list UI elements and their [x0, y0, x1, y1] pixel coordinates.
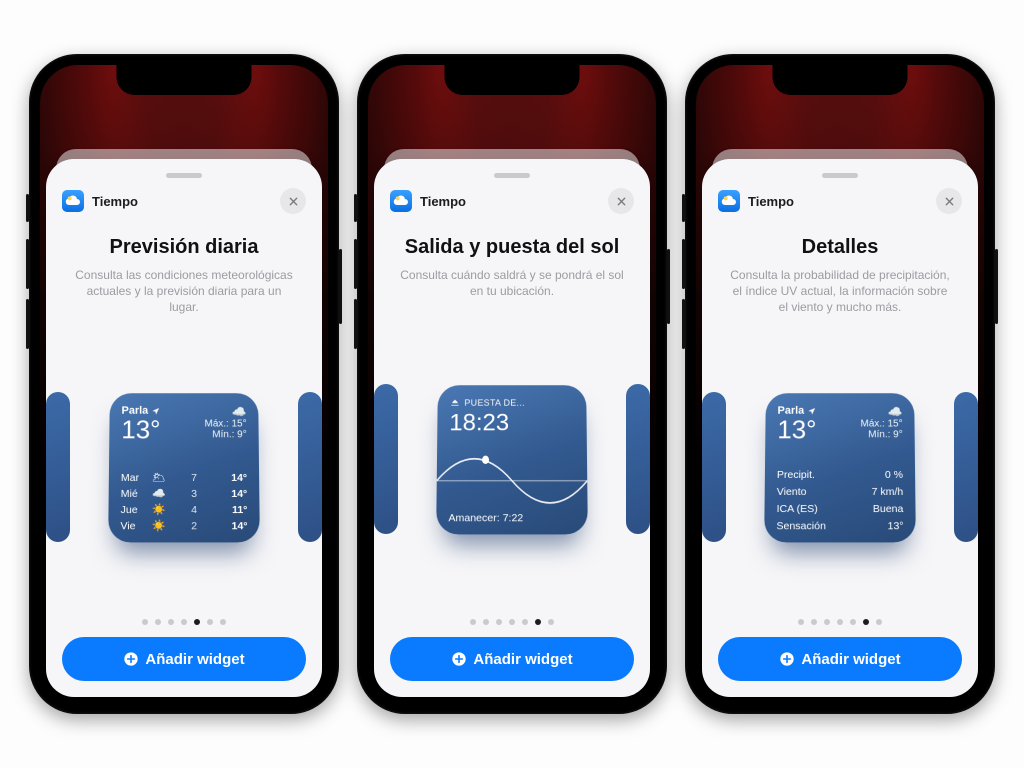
page-dots	[390, 619, 634, 625]
page-dot[interactable]	[811, 619, 817, 625]
page-dot[interactable]	[522, 619, 528, 625]
widget-title: Previsión diaria	[62, 236, 306, 259]
page-dot[interactable]	[496, 619, 502, 625]
widget-description: Consulta la probabilidad de precipitació…	[718, 267, 962, 316]
carousel-peek-right[interactable]	[298, 392, 322, 542]
weather-app-icon	[390, 190, 412, 212]
widget-temp: 13°	[777, 415, 816, 445]
carousel-peek-left[interactable]	[374, 384, 398, 534]
phone-mockup: Tiempo Previsión diaria Consulta las condi…	[29, 54, 339, 714]
widget-high: Máx.: 15°	[860, 419, 902, 430]
widget-high: Máx.: 15°	[204, 419, 246, 430]
carousel-peek-left[interactable]	[702, 392, 726, 542]
carousel-peek-left[interactable]	[46, 392, 70, 542]
page-dot[interactable]	[483, 619, 489, 625]
forecast-row: Jue☀️411°	[121, 503, 248, 516]
notch	[773, 65, 908, 95]
notch	[445, 65, 580, 95]
widget-preview[interactable]: PUESTA DE... 18:23 Amanecer: 7:22	[436, 385, 588, 534]
sunrise-label: Amanecer: 7:22	[448, 512, 575, 524]
page-dot[interactable]	[548, 619, 554, 625]
page-dot[interactable]	[824, 619, 830, 625]
close-button[interactable]	[608, 188, 634, 214]
page-dot[interactable]	[837, 619, 843, 625]
forecast-row: Mar🌥714°	[121, 471, 247, 484]
page-dot[interactable]	[798, 619, 804, 625]
phone-mockup: Tiempo Salida y puesta del sol Consulta cu…	[357, 54, 667, 714]
widget-carousel[interactable]: PUESTA DE... 18:23 Amanecer: 7:22	[390, 299, 634, 619]
widget-carousel[interactable]: Parla13°☁️Máx.: 15°Mín.: 9°Mar🌥714°Mié☁️…	[62, 316, 306, 619]
page-dot[interactable]	[850, 619, 856, 625]
widget-preview[interactable]: Parla13°☁️Máx.: 15°Mín.: 9°Precipit.0 %V…	[764, 394, 916, 543]
close-button[interactable]	[280, 188, 306, 214]
carousel-peek-right[interactable]	[626, 384, 650, 534]
widget-temp: 13°	[121, 415, 160, 445]
widget-title: Detalles	[718, 236, 962, 259]
page-dot[interactable]	[876, 619, 882, 625]
widget-carousel[interactable]: Parla13°☁️Máx.: 15°Mín.: 9°Precipit.0 %V…	[718, 316, 962, 619]
sheet-grabber[interactable]	[822, 173, 858, 178]
page-dot[interactable]	[194, 619, 200, 625]
carousel-peek-right[interactable]	[954, 392, 978, 542]
sheet-grabber[interactable]	[166, 173, 202, 178]
add-widget-button[interactable]: Añadir widget	[718, 637, 962, 681]
page-dot[interactable]	[168, 619, 174, 625]
widget-description: Consulta las condiciones meteorológicas …	[62, 267, 306, 316]
widget-title: Salida y puesta del sol	[390, 236, 634, 259]
forecast-row: Mié☁️314°	[121, 487, 248, 500]
add-widget-button[interactable]: Añadir widget	[390, 637, 634, 681]
widget-low: Mín.: 9°	[861, 430, 903, 441]
page-dot[interactable]	[535, 619, 541, 625]
phone-mockup: Tiempo Detalles Consulta la probabilidad d…	[685, 54, 995, 714]
page-dot[interactable]	[863, 619, 869, 625]
detail-row: Precipit.0 %	[777, 469, 903, 481]
cloud-icon: ☁️	[204, 405, 246, 419]
sunset-label: PUESTA DE...	[449, 397, 574, 408]
page-dot[interactable]	[509, 619, 515, 625]
cloud-icon: ☁️	[860, 405, 902, 419]
add-widget-button[interactable]: Añadir widget	[62, 637, 306, 681]
page-dot[interactable]	[220, 619, 226, 625]
page-dot[interactable]	[155, 619, 161, 625]
notch	[117, 65, 252, 95]
weather-app-icon	[718, 190, 740, 212]
widget-picker-sheet: Tiempo Salida y puesta del sol Consulta cu…	[374, 159, 650, 697]
widget-preview[interactable]: Parla13°☁️Máx.: 15°Mín.: 9°Mar🌥714°Mié☁️…	[108, 394, 260, 543]
app-name: Tiempo	[748, 194, 794, 209]
widget-picker-sheet: Tiempo Previsión diaria Consulta las condi…	[46, 159, 322, 697]
page-dot[interactable]	[181, 619, 187, 625]
forecast-row: Vie☀️214°	[120, 519, 247, 532]
detail-row: Sensación13°	[776, 520, 903, 532]
close-button[interactable]	[936, 188, 962, 214]
widget-low: Mín.: 9°	[205, 430, 247, 441]
detail-row: ICA (ES)Buena	[777, 503, 904, 515]
sun-curve	[436, 443, 587, 506]
page-dots	[62, 619, 306, 625]
sunset-time: 18:23	[449, 410, 575, 438]
app-name: Tiempo	[420, 194, 466, 209]
widget-description: Consulta cuándo saldrá y se pondrá el so…	[390, 267, 634, 299]
weather-app-icon	[62, 190, 84, 212]
sheet-grabber[interactable]	[494, 173, 530, 178]
app-name: Tiempo	[92, 194, 138, 209]
page-dot[interactable]	[142, 619, 148, 625]
page-dot[interactable]	[207, 619, 213, 625]
page-dot[interactable]	[470, 619, 476, 625]
widget-picker-sheet: Tiempo Detalles Consulta la probabilidad d…	[702, 159, 978, 697]
page-dots	[718, 619, 962, 625]
detail-row: Viento7 km/h	[777, 486, 904, 498]
